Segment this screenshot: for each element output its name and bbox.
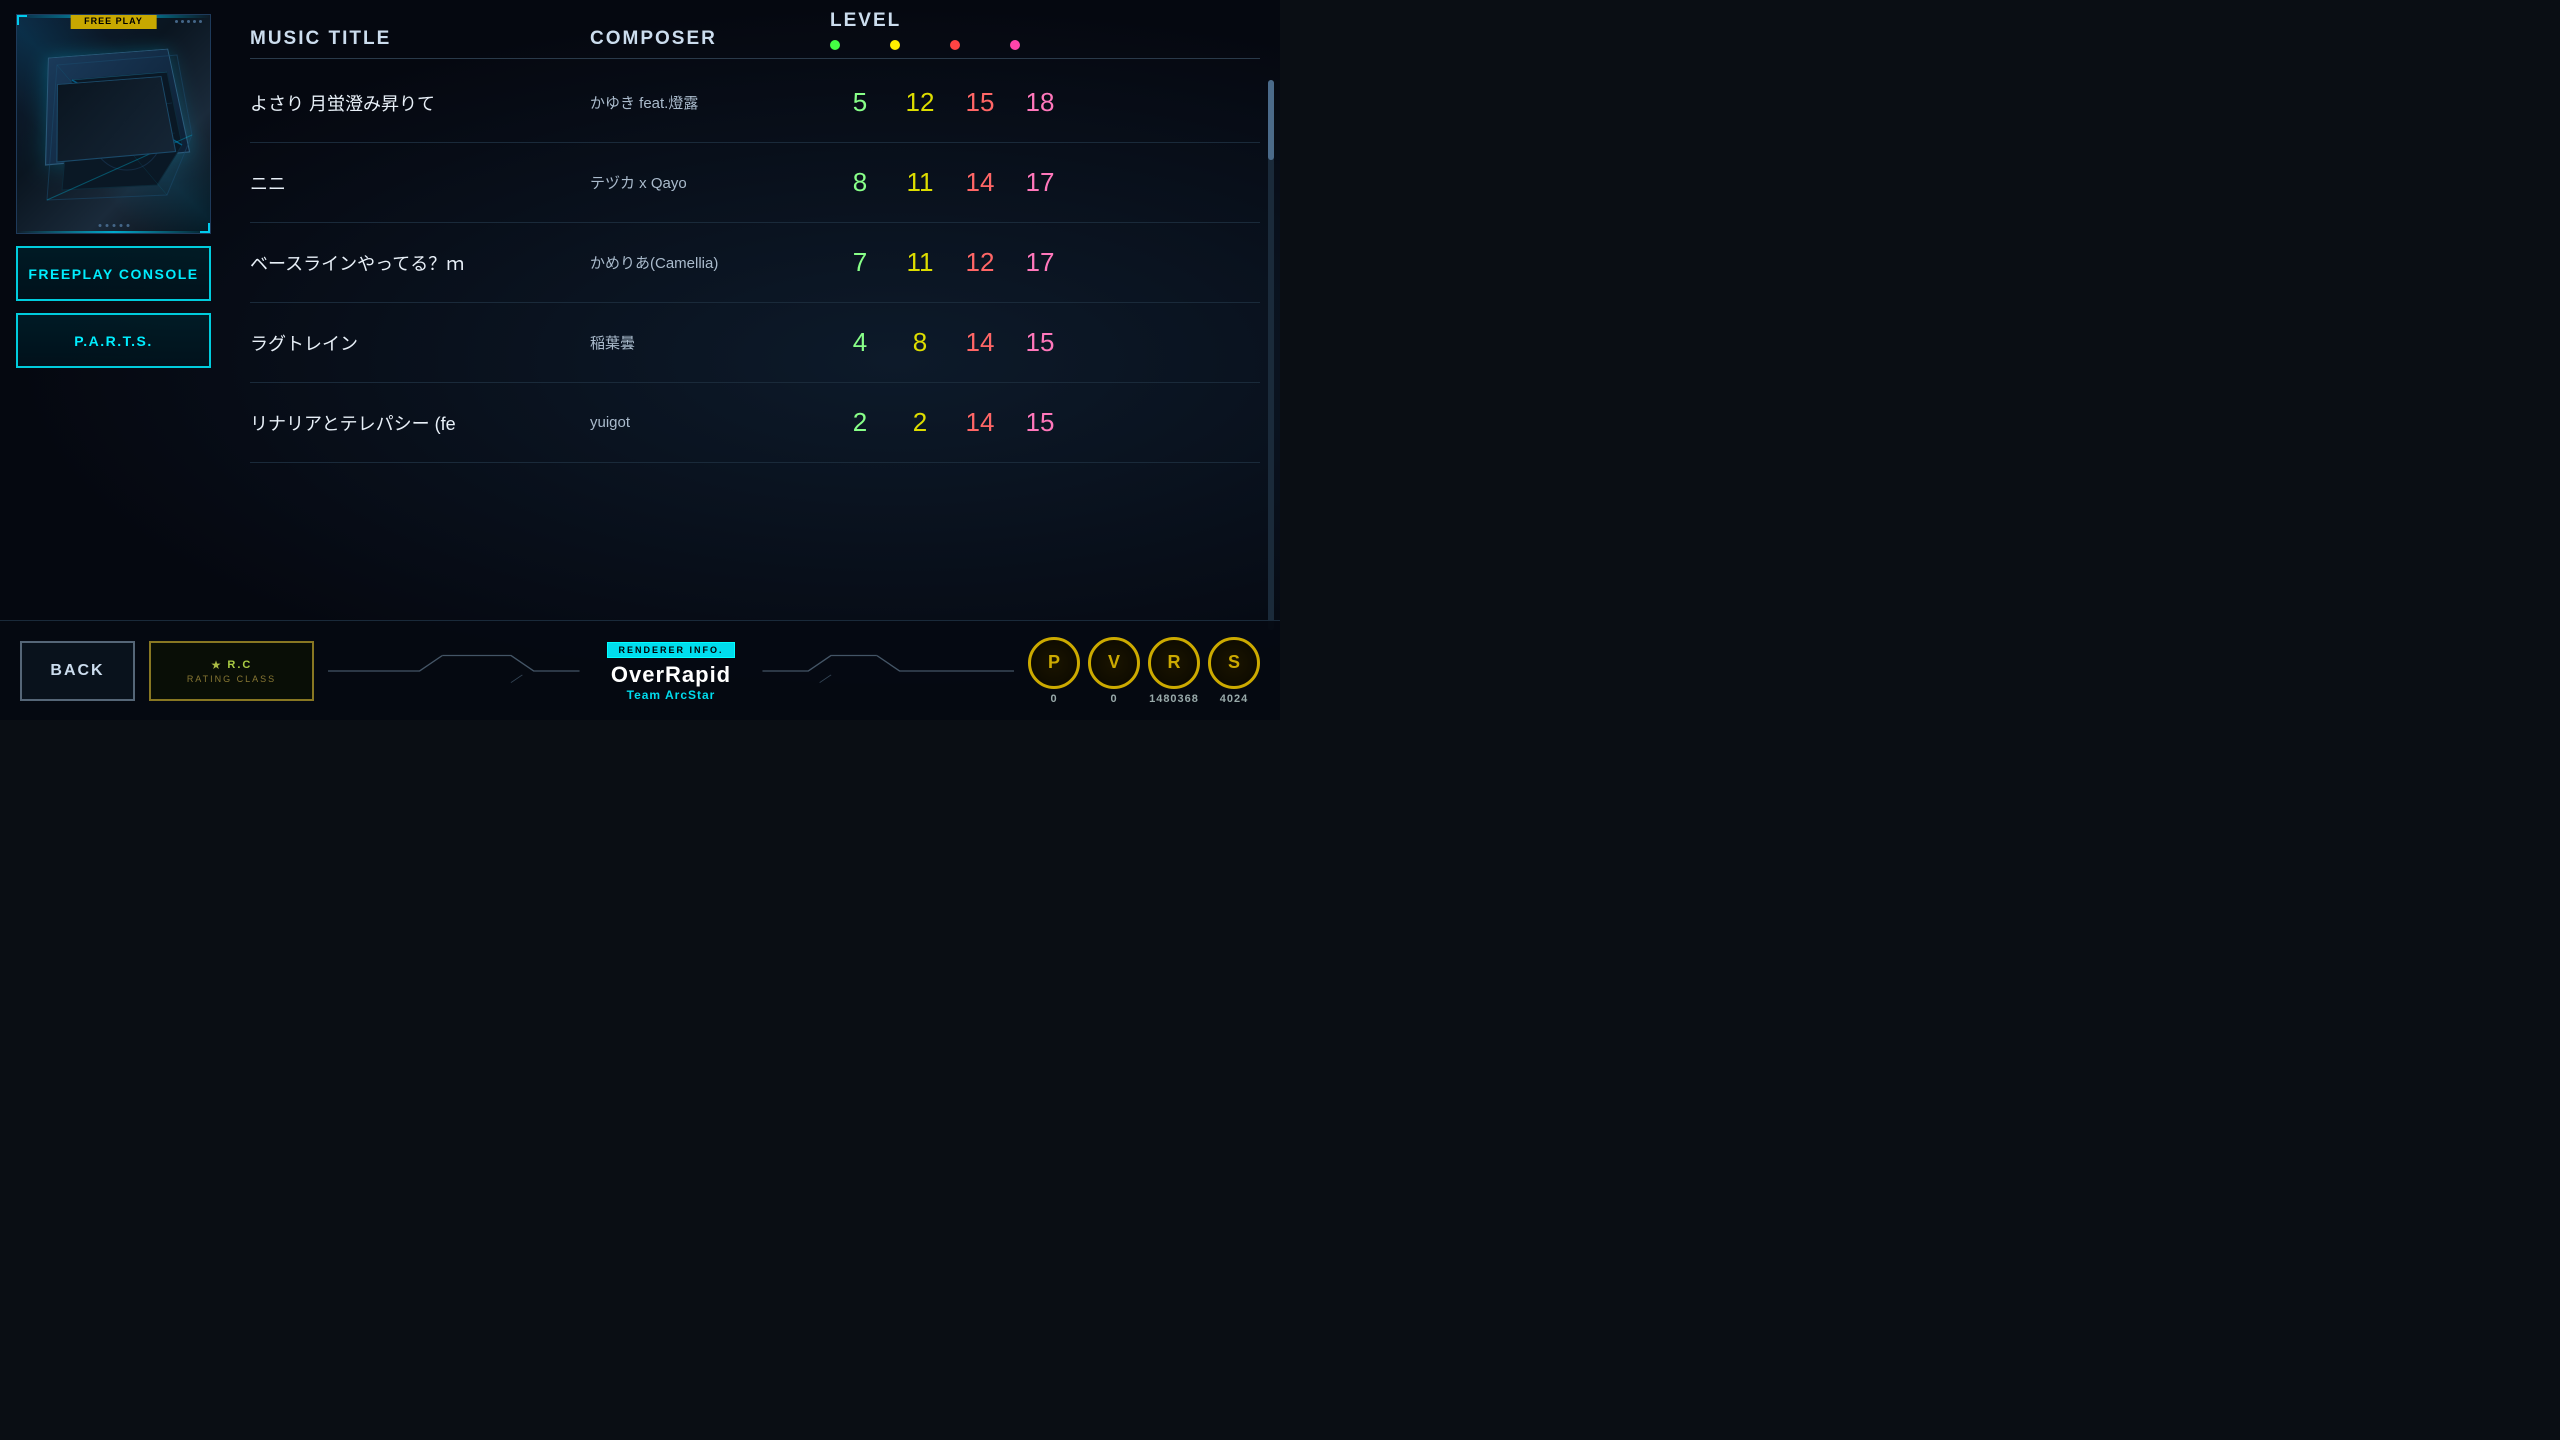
- rc-label: R.C: [227, 659, 252, 671]
- badge-icon-r: R: [1148, 637, 1200, 689]
- music-composer: 稲葉曇: [590, 332, 830, 353]
- album-art: FREE PLAY: [16, 14, 211, 234]
- level-dot-hard: [950, 40, 960, 50]
- music-composer: かめりあ(Camellia): [590, 252, 830, 273]
- bottom-center-display: RENDERER INFO. OverRapid Team ArcStar: [328, 640, 1014, 702]
- renderer-info-box: RENDERER INFO. OverRapid Team ArcStar: [607, 640, 734, 702]
- music-composer: かゆき feat.燈露: [590, 92, 830, 113]
- level-num-expert: 18: [1010, 87, 1070, 118]
- music-row[interactable]: ベースラインやってる？ｍかめりあ(Camellia)7111217: [250, 223, 1260, 303]
- scrollbar-thumb[interactable]: [1268, 80, 1274, 160]
- level-num-easy: 2: [830, 407, 890, 438]
- music-levels: 5121518: [830, 87, 1260, 118]
- renderer-name: OverRapid: [607, 662, 734, 688]
- level-num-expert: 17: [1010, 247, 1070, 278]
- level-num-hard: 14: [950, 167, 1010, 198]
- badge-score-s: 4024: [1220, 693, 1248, 705]
- level-num-hard: 14: [950, 327, 1010, 358]
- back-label: BACK: [50, 662, 104, 680]
- badge-score-r: 1480368: [1149, 693, 1199, 705]
- level-num-normal: 12: [890, 87, 950, 118]
- level-num-hard: 15: [950, 87, 1010, 118]
- level-num-easy: 7: [830, 247, 890, 278]
- left-panel: FREE PLAY: [0, 0, 220, 620]
- right-panel: MUSIC TITLE COMPOSER LEVEL よさり 月蛍澄み昇りてかゆ…: [220, 0, 1280, 620]
- level-dot-easy: [830, 40, 840, 50]
- level-num-normal: 11: [890, 247, 950, 278]
- music-title: ニニ: [250, 170, 590, 196]
- level-num-normal: 11: [890, 167, 950, 198]
- parts-label: P.A.R.T.S.: [74, 333, 153, 349]
- album-art-dots-top: [175, 20, 202, 23]
- back-button[interactable]: BACK: [20, 641, 135, 701]
- level-num-easy: 8: [830, 167, 890, 198]
- level-num-hard: 14: [950, 407, 1010, 438]
- col-composer: COMPOSER: [590, 28, 830, 50]
- music-levels: 7111217: [830, 247, 1260, 278]
- list-header: MUSIC TITLE COMPOSER LEVEL: [250, 10, 1260, 59]
- music-title: ベースラインやってる？ｍ: [250, 250, 590, 276]
- music-composer: テヅカ x Qayo: [590, 172, 830, 193]
- rating-class-button[interactable]: ★ R.C RATING CLASS: [149, 641, 314, 701]
- music-levels: 221415: [830, 407, 1260, 438]
- music-title: リナリアとテレパシー (fe: [250, 410, 590, 436]
- score-badge-p: P0: [1028, 637, 1080, 705]
- level-dot-normal: [890, 40, 900, 50]
- album-art-dots-bottom: [98, 224, 129, 227]
- music-row[interactable]: ニニテヅカ x Qayo8111417: [250, 143, 1260, 223]
- score-badges: P0V0R1480368S4024: [1028, 637, 1260, 705]
- music-row[interactable]: リナリアとテレパシー (feyuigot221415: [250, 383, 1260, 463]
- music-title: よさり 月蛍澄み昇りて: [250, 90, 590, 116]
- music-title: ラグトレイン: [250, 330, 590, 356]
- level-num-easy: 5: [830, 87, 890, 118]
- level-num-expert: 17: [1010, 167, 1070, 198]
- freeplay-console-label: FREEPLAY CONSOLE: [28, 266, 198, 282]
- parts-button[interactable]: P.A.R.T.S.: [16, 313, 211, 368]
- rc-star-icon: ★: [211, 658, 222, 672]
- col-music-title: MUSIC TITLE: [250, 28, 590, 50]
- level-num-expert: 15: [1010, 327, 1070, 358]
- level-dot-expert: [1010, 40, 1020, 50]
- music-row[interactable]: ラグトレイン稲葉曇481415: [250, 303, 1260, 383]
- music-levels: 8111417: [830, 167, 1260, 198]
- col-level: LEVEL: [830, 10, 1260, 50]
- score-badge-v: V0: [1088, 637, 1140, 705]
- renderer-info-label: RENDERER INFO.: [607, 642, 734, 658]
- scrollbar[interactable]: [1268, 80, 1274, 630]
- score-badge-r: R 1480368: [1148, 637, 1200, 705]
- music-row[interactable]: よさり 月蛍澄み昇りてかゆき feat.燈露5121518: [250, 63, 1260, 143]
- badge-icon-v: V: [1088, 637, 1140, 689]
- badge-score-v: 0: [1110, 693, 1117, 705]
- level-num-normal: 8: [890, 327, 950, 358]
- rc-sublabel: RATING CLASS: [187, 674, 276, 684]
- score-badge-s: S 4024: [1208, 637, 1260, 705]
- level-num-normal: 2: [890, 407, 950, 438]
- music-levels: 481415: [830, 327, 1260, 358]
- level-num-expert: 15: [1010, 407, 1070, 438]
- level-num-easy: 4: [830, 327, 890, 358]
- bottom-bar: BACK ★ R.C RATING CLASS RENDERER INFO. O…: [0, 620, 1280, 720]
- badge-score-p: 0: [1050, 693, 1057, 705]
- free-play-badge: FREE PLAY: [70, 14, 157, 29]
- freeplay-console-button[interactable]: FREEPLAY CONSOLE: [16, 246, 211, 301]
- music-list: よさり 月蛍澄み昇りてかゆき feat.燈露5121518ニニテヅカ x Qay…: [250, 63, 1260, 610]
- badge-icon-s: S: [1208, 637, 1260, 689]
- level-num-hard: 12: [950, 247, 1010, 278]
- music-composer: yuigot: [590, 414, 830, 431]
- renderer-team: Team ArcStar: [607, 688, 734, 702]
- device-artwork: [27, 35, 197, 215]
- badge-icon-p: P: [1028, 637, 1080, 689]
